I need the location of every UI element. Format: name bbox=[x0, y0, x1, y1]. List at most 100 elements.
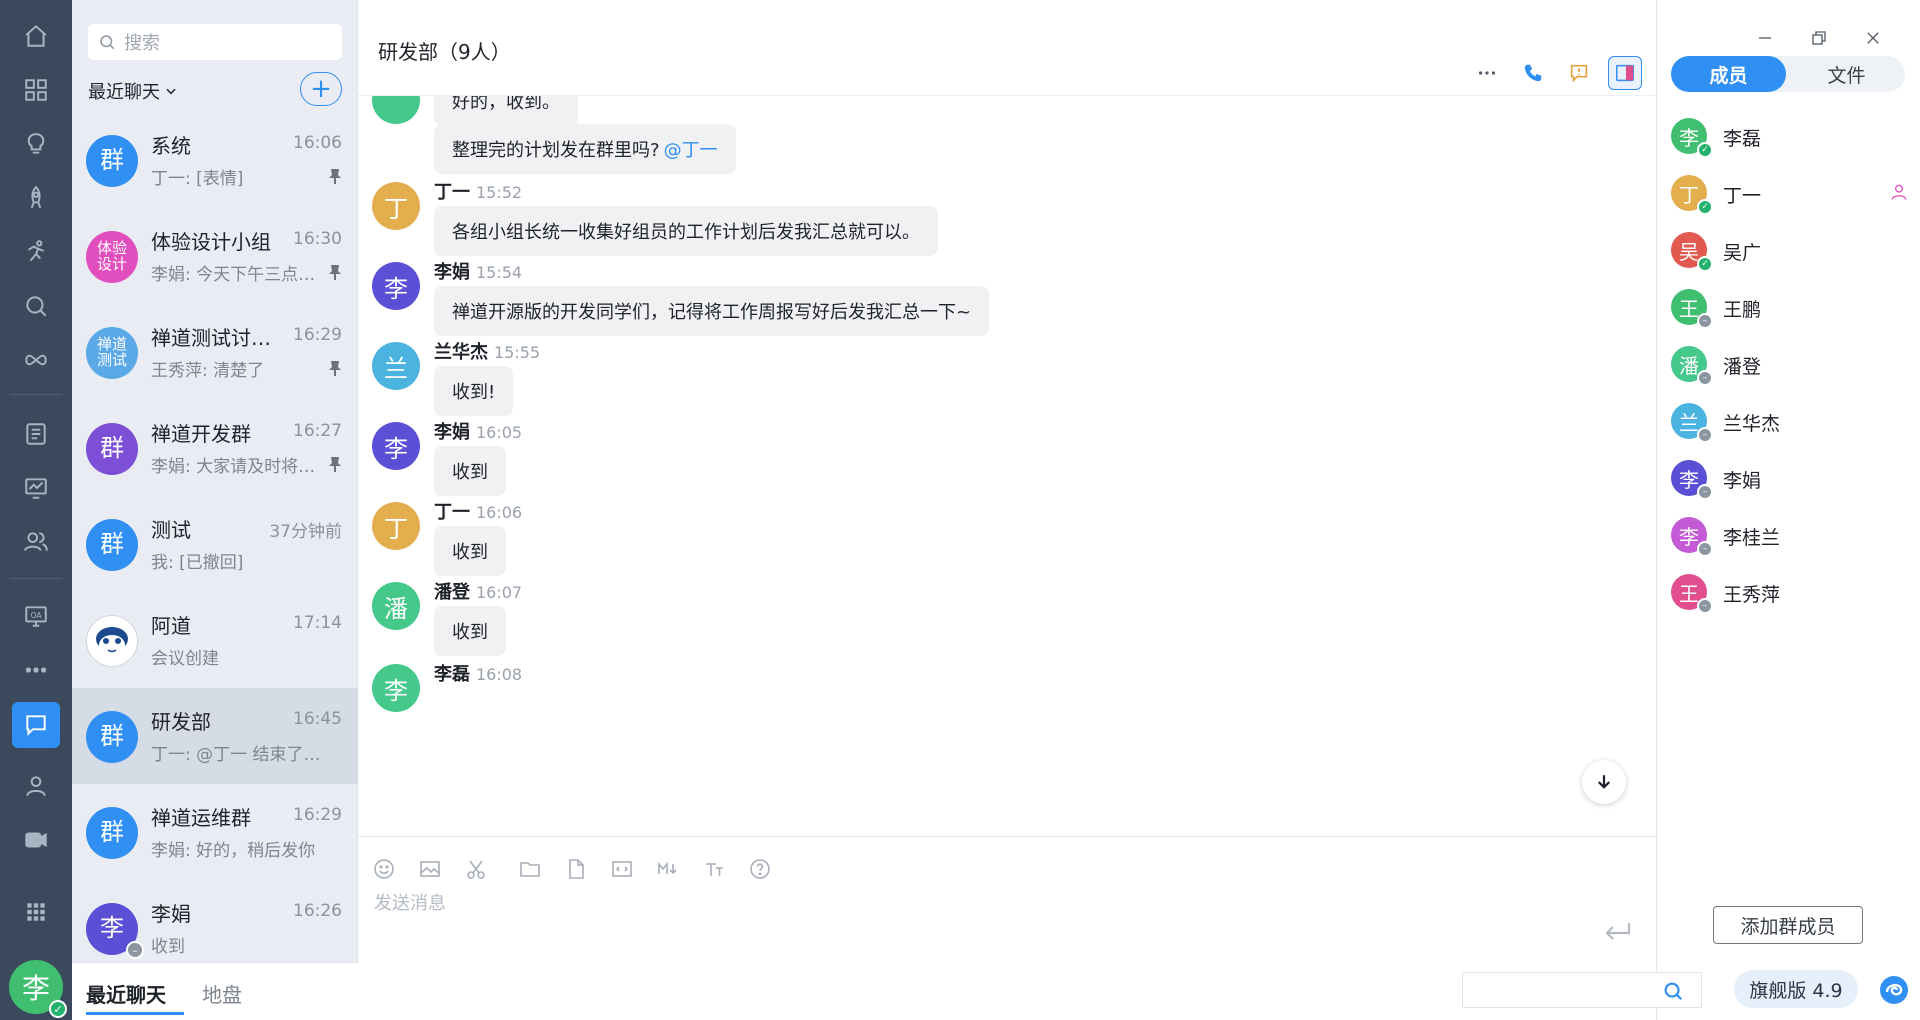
screenshot-button[interactable] bbox=[462, 855, 490, 883]
apps-grid-icon[interactable] bbox=[16, 70, 56, 110]
sender-name[interactable]: 兰华杰 bbox=[434, 342, 488, 363]
member-item[interactable]: 兰 – 兰华杰 bbox=[1671, 397, 1911, 454]
message-text: 收到 bbox=[452, 542, 488, 563]
sender-avatar[interactable] bbox=[372, 96, 420, 124]
chat-avatar: 禅道测试 bbox=[86, 327, 138, 379]
call-button[interactable] bbox=[1518, 58, 1548, 88]
message-header: 潘登 16:07 bbox=[434, 578, 522, 604]
member-item[interactable]: 王 – 王鹏 bbox=[1671, 283, 1911, 340]
chat-list-item[interactable]: 群 禅道运维群 16:29 李娟: 好的，稍后发你 bbox=[72, 784, 358, 880]
sender-avatar-char: 潘 bbox=[384, 594, 408, 623]
minimize-button[interactable] bbox=[1753, 26, 1777, 50]
code-button[interactable] bbox=[608, 855, 636, 883]
sender-avatar[interactable]: 丁 bbox=[372, 502, 420, 550]
search-magnifier-icon[interactable] bbox=[16, 286, 56, 326]
sender-name[interactable]: 丁一 bbox=[434, 502, 470, 523]
add-chat-button[interactable]: + bbox=[300, 72, 342, 106]
infinity-icon[interactable] bbox=[16, 340, 56, 380]
team-icon[interactable] bbox=[16, 522, 56, 562]
member-item[interactable]: 李 – 李桂兰 bbox=[1671, 511, 1911, 568]
pin-icon bbox=[328, 168, 342, 184]
send-button[interactable] bbox=[1598, 917, 1638, 947]
notice-button[interactable] bbox=[1564, 58, 1594, 88]
chat-bubble-icon[interactable] bbox=[12, 702, 60, 748]
tab-recent-chats[interactable]: 最近聊天 bbox=[86, 979, 166, 1008]
sender-avatar[interactable]: 李 bbox=[372, 262, 420, 310]
toggle-sidebar-button[interactable] bbox=[1608, 56, 1642, 90]
sender-name[interactable]: 潘登 bbox=[434, 582, 470, 603]
chat-list-item[interactable]: 群 禅道开发群 16:27 李娟: 大家请及时将… bbox=[72, 400, 358, 496]
image-button[interactable] bbox=[416, 855, 444, 883]
sender-avatar[interactable]: 李 bbox=[372, 664, 420, 712]
contact-person-icon[interactable] bbox=[16, 766, 56, 806]
monitor-chart-icon[interactable] bbox=[16, 468, 56, 508]
my-avatar[interactable]: 李 ✓ bbox=[9, 960, 67, 1018]
chat-name: 禅道运维群 bbox=[151, 806, 251, 830]
chat-list-item[interactable]: 阿道 17:14 会议创建 bbox=[72, 592, 358, 688]
sender-name[interactable]: 李娟 bbox=[434, 262, 470, 283]
member-item[interactable]: 王 – 王秀萍 bbox=[1671, 568, 1911, 625]
chat-list-item[interactable]: 禅道测试 禅道测试讨… 16:29 王秀萍: 清楚了 bbox=[72, 304, 358, 400]
sender-name[interactable]: 李磊 bbox=[434, 664, 470, 685]
member-item[interactable]: 李 – 李娟 bbox=[1671, 454, 1911, 511]
home-icon[interactable] bbox=[16, 16, 56, 56]
chat-name: 研发部 bbox=[151, 710, 211, 734]
message-bubble: 收到 bbox=[434, 446, 506, 496]
chat-list-item[interactable]: 体验设计 体验设计小组 16:30 李娟: 今天下午三点… bbox=[72, 208, 358, 304]
brand-logo-icon[interactable] bbox=[1878, 974, 1910, 1006]
message-text: 各组小组长统一收集好组员的工作计划后发我汇总就可以。 bbox=[452, 222, 920, 243]
chat-list-item[interactable]: 群 系统 16:06 丁一: [表情] bbox=[72, 112, 358, 208]
sender-name[interactable]: 丁一 bbox=[434, 182, 470, 203]
markdown-button[interactable] bbox=[654, 855, 682, 883]
file-button[interactable] bbox=[562, 855, 590, 883]
member-item[interactable]: 丁 ✓ 丁一 bbox=[1671, 169, 1911, 226]
tab-files[interactable]: 文件 bbox=[1789, 56, 1904, 92]
chat-preview: 丁一: [表情] bbox=[151, 169, 244, 189]
sender-name[interactable]: 李娟 bbox=[434, 422, 470, 443]
chat-list-item[interactable]: 群 研发部 16:45 丁一: @丁一 结束了… bbox=[72, 688, 358, 784]
sender-avatar[interactable]: 兰 bbox=[372, 342, 420, 390]
member-item[interactable]: 潘 – 潘登 bbox=[1671, 340, 1911, 397]
message-text: 收到! bbox=[452, 382, 496, 403]
recent-chats-filter[interactable]: 最近聊天 bbox=[88, 78, 178, 104]
mention-link[interactable]: @丁一 bbox=[664, 136, 718, 162]
folder-button[interactable] bbox=[516, 855, 544, 883]
add-member-button[interactable]: 添加群成员 bbox=[1713, 906, 1863, 944]
more-dots-icon[interactable] bbox=[16, 650, 56, 690]
chat-name: 禅道开发群 bbox=[151, 422, 251, 446]
list-doc-icon[interactable] bbox=[16, 414, 56, 454]
close-button[interactable] bbox=[1861, 26, 1885, 50]
restore-button[interactable] bbox=[1807, 26, 1831, 50]
video-icon[interactable] bbox=[16, 820, 56, 860]
tab-dashboard[interactable]: 地盘 bbox=[202, 979, 242, 1008]
member-name: 李磊 bbox=[1723, 128, 1762, 150]
sender-avatar[interactable]: 丁 bbox=[372, 182, 420, 230]
tab-members[interactable]: 成员 bbox=[1671, 56, 1786, 92]
message-bubble: 各组小组长统一收集好组员的工作计划后发我汇总就可以。 bbox=[434, 206, 938, 256]
member-item[interactable]: 吴 ✓ 吴广 bbox=[1671, 226, 1911, 283]
message-input[interactable] bbox=[374, 889, 1574, 969]
admin-person-icon[interactable] bbox=[1889, 181, 1909, 208]
emoji-button[interactable] bbox=[370, 855, 398, 883]
chat-list-item[interactable]: 群 测试 37分钟前 我: [已撤回] bbox=[72, 496, 358, 592]
member-item[interactable]: 李 ✓ 李磊 bbox=[1671, 112, 1911, 169]
text-format-button[interactable] bbox=[700, 855, 728, 883]
app-grid-icon[interactable] bbox=[16, 892, 56, 932]
chat-time: 16:30 bbox=[293, 229, 342, 249]
member-avatar: 兰 – bbox=[1671, 403, 1713, 443]
sender-avatar[interactable]: 李 bbox=[372, 422, 420, 470]
search-input[interactable]: 搜索 bbox=[88, 24, 342, 60]
lightbulb-icon[interactable] bbox=[16, 124, 56, 164]
sender-avatar[interactable]: 潘 bbox=[372, 582, 420, 630]
version-badge[interactable]: 旗舰版 4.9 bbox=[1734, 970, 1858, 1008]
rocket-icon[interactable] bbox=[16, 178, 56, 218]
help-button[interactable] bbox=[746, 855, 774, 883]
oa-monitor-icon[interactable]: OA bbox=[16, 596, 56, 636]
scroll-to-bottom-button[interactable] bbox=[1582, 760, 1626, 804]
running-icon[interactable] bbox=[16, 232, 56, 272]
chat-name: 禅道测试讨… bbox=[151, 326, 271, 350]
more-options-button[interactable] bbox=[1472, 58, 1502, 88]
global-search-button[interactable] bbox=[1660, 978, 1686, 1004]
message-text: 收到 bbox=[452, 622, 488, 643]
member-avatar: 李 ✓ bbox=[1671, 118, 1713, 158]
